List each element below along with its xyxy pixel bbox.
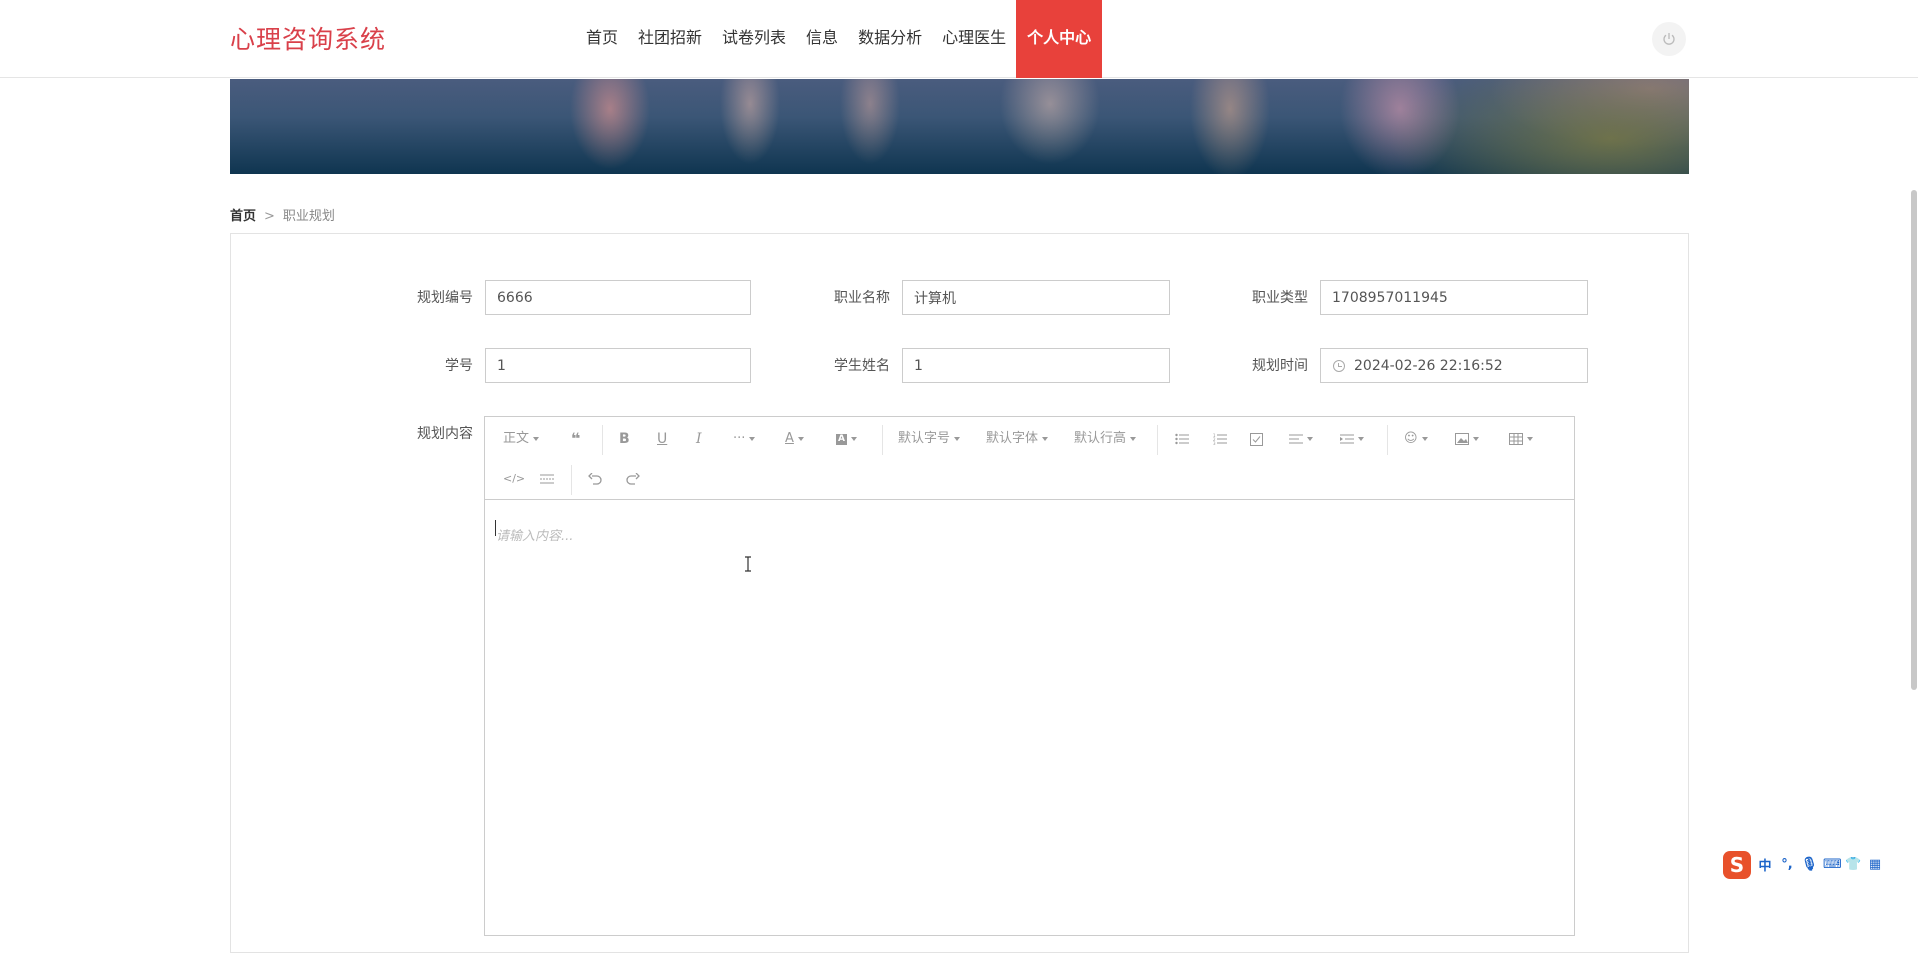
sogou-logo-icon[interactable]: S	[1723, 850, 1751, 879]
background-color-icon[interactable]: A	[836, 427, 857, 451]
plan-no-input[interactable]	[485, 280, 751, 315]
align-icon[interactable]	[1289, 427, 1313, 451]
toolbox-grid-icon[interactable]: ▦	[1867, 857, 1883, 872]
font-color-icon[interactable]: A	[785, 427, 804, 451]
chevron-down-icon	[1307, 437, 1313, 441]
career-name-label: 职业名称	[834, 290, 890, 306]
paragraph-dropdown[interactable]: 正文	[503, 427, 540, 451]
italic-icon[interactable]: I	[696, 427, 702, 451]
chevron-down-icon	[1130, 437, 1137, 441]
line-height-label: 默认行高	[1074, 431, 1127, 446]
image-icon[interactable]	[1455, 427, 1479, 451]
chevron-down-icon	[954, 437, 961, 441]
line-height-dropdown[interactable]: 默认行高	[1074, 427, 1137, 451]
plan-no-label: 规划编号	[417, 290, 473, 306]
nav-personal-center[interactable]: 个人中心	[1016, 0, 1103, 78]
student-no-label: 学号	[445, 358, 473, 374]
nav-exam-list[interactable]: 试卷列表	[712, 0, 796, 78]
chevron-down-icon	[1042, 437, 1049, 441]
nav-data-analysis[interactable]: 数据分析	[848, 0, 932, 78]
keyboard-icon[interactable]: ⌨	[1823, 857, 1842, 872]
editor-toolbar: 正文 ❝ B U I ··· A A 默认字号 默认字体 默认行高 123 ☺	[485, 417, 1574, 500]
breadcrumb-current: 职业规划	[282, 209, 335, 224]
ime-mode-toggle[interactable]: 中	[1757, 855, 1773, 874]
ibeam-cursor-icon	[745, 556, 751, 572]
quote-icon[interactable]: ❝	[571, 427, 580, 451]
career-type-label: 职业类型	[1252, 290, 1308, 306]
font-family-label: 默认字体	[986, 431, 1039, 446]
redo-icon[interactable]	[626, 467, 640, 491]
microphone-icon[interactable]: 🎙	[1801, 857, 1818, 872]
logout-button[interactable]	[1652, 22, 1686, 56]
chevron-down-icon	[1358, 437, 1364, 441]
clock-icon	[1333, 360, 1345, 372]
emoji-icon[interactable]: ☺	[1404, 427, 1428, 451]
bold-icon[interactable]: B	[619, 427, 630, 451]
bullet-list-icon[interactable]	[1175, 427, 1189, 451]
nav-info[interactable]: 信息	[796, 0, 848, 78]
student-name-input[interactable]	[902, 348, 1170, 383]
svg-text:3: 3	[1213, 441, 1216, 445]
divider-icon[interactable]	[540, 467, 554, 491]
font-size-label: 默认字号	[898, 431, 951, 446]
more-label: ···	[733, 431, 746, 446]
chevron-down-icon	[1421, 437, 1428, 441]
chevron-down-icon	[851, 437, 857, 441]
banner-image	[230, 79, 1689, 174]
chevron-down-icon	[1527, 437, 1533, 441]
paragraph-label: 正文	[503, 431, 530, 446]
career-type-input[interactable]	[1320, 280, 1588, 315]
plan-time-input[interactable]	[1320, 348, 1588, 383]
font-size-dropdown[interactable]: 默认字号	[898, 427, 961, 451]
breadcrumb-home[interactable]: 首页	[230, 209, 256, 224]
editor-placeholder: 请输入内容...	[496, 529, 574, 544]
chevron-down-icon	[797, 437, 804, 441]
code-icon[interactable]: </>	[503, 467, 525, 491]
site-logo[interactable]: 心理咨询系统	[230, 20, 386, 56]
nav-club-recruit[interactable]: 社团招新	[628, 0, 712, 78]
ime-punctuation-toggle[interactable]: °,	[1779, 857, 1795, 872]
rich-text-editor: 正文 ❝ B U I ··· A A 默认字号 默认字体 默认行高 123 ☺	[484, 416, 1575, 936]
content-label: 规划内容	[417, 426, 473, 442]
nav-psychologist[interactable]: 心理医生	[932, 0, 1016, 78]
student-name-label: 学生姓名	[834, 358, 890, 374]
undo-icon[interactable]	[588, 467, 602, 491]
chevron-down-icon	[749, 437, 756, 441]
editor-content-area[interactable]: 请输入内容...	[485, 500, 1574, 936]
table-icon[interactable]	[1509, 427, 1533, 451]
ime-toolbar: S 中 °, 🎙 ⌨ 👕 ▦	[1723, 849, 1905, 880]
font-family-dropdown[interactable]: 默认字体	[986, 427, 1049, 451]
chevron-down-icon	[533, 437, 540, 441]
student-no-input[interactable]	[485, 348, 751, 383]
power-icon	[1663, 33, 1675, 45]
todo-checkbox-icon[interactable]	[1250, 427, 1263, 451]
nav-home[interactable]: 首页	[576, 0, 628, 78]
skin-shirt-icon[interactable]: 👕	[1845, 857, 1861, 872]
indent-icon[interactable]	[1340, 427, 1364, 451]
top-header: 心理咨询系统 首页 社团招新 试卷列表 信息 数据分析 心理医生 个人中心	[0, 0, 1918, 78]
career-name-input[interactable]	[902, 280, 1170, 315]
main-nav: 首页 社团招新 试卷列表 信息 数据分析 心理医生 个人中心	[576, 0, 1103, 78]
underline-icon[interactable]: U	[657, 427, 667, 451]
page-scrollbar[interactable]	[1911, 190, 1917, 690]
more-styles-dropdown[interactable]: ···	[733, 427, 756, 451]
plan-time-label: 规划时间	[1252, 358, 1308, 374]
breadcrumb-separator: >	[264, 209, 275, 224]
breadcrumb: 首页 > 职业规划	[230, 205, 335, 224]
numbered-list-icon[interactable]: 123	[1213, 427, 1227, 451]
chevron-down-icon	[1473, 437, 1479, 441]
